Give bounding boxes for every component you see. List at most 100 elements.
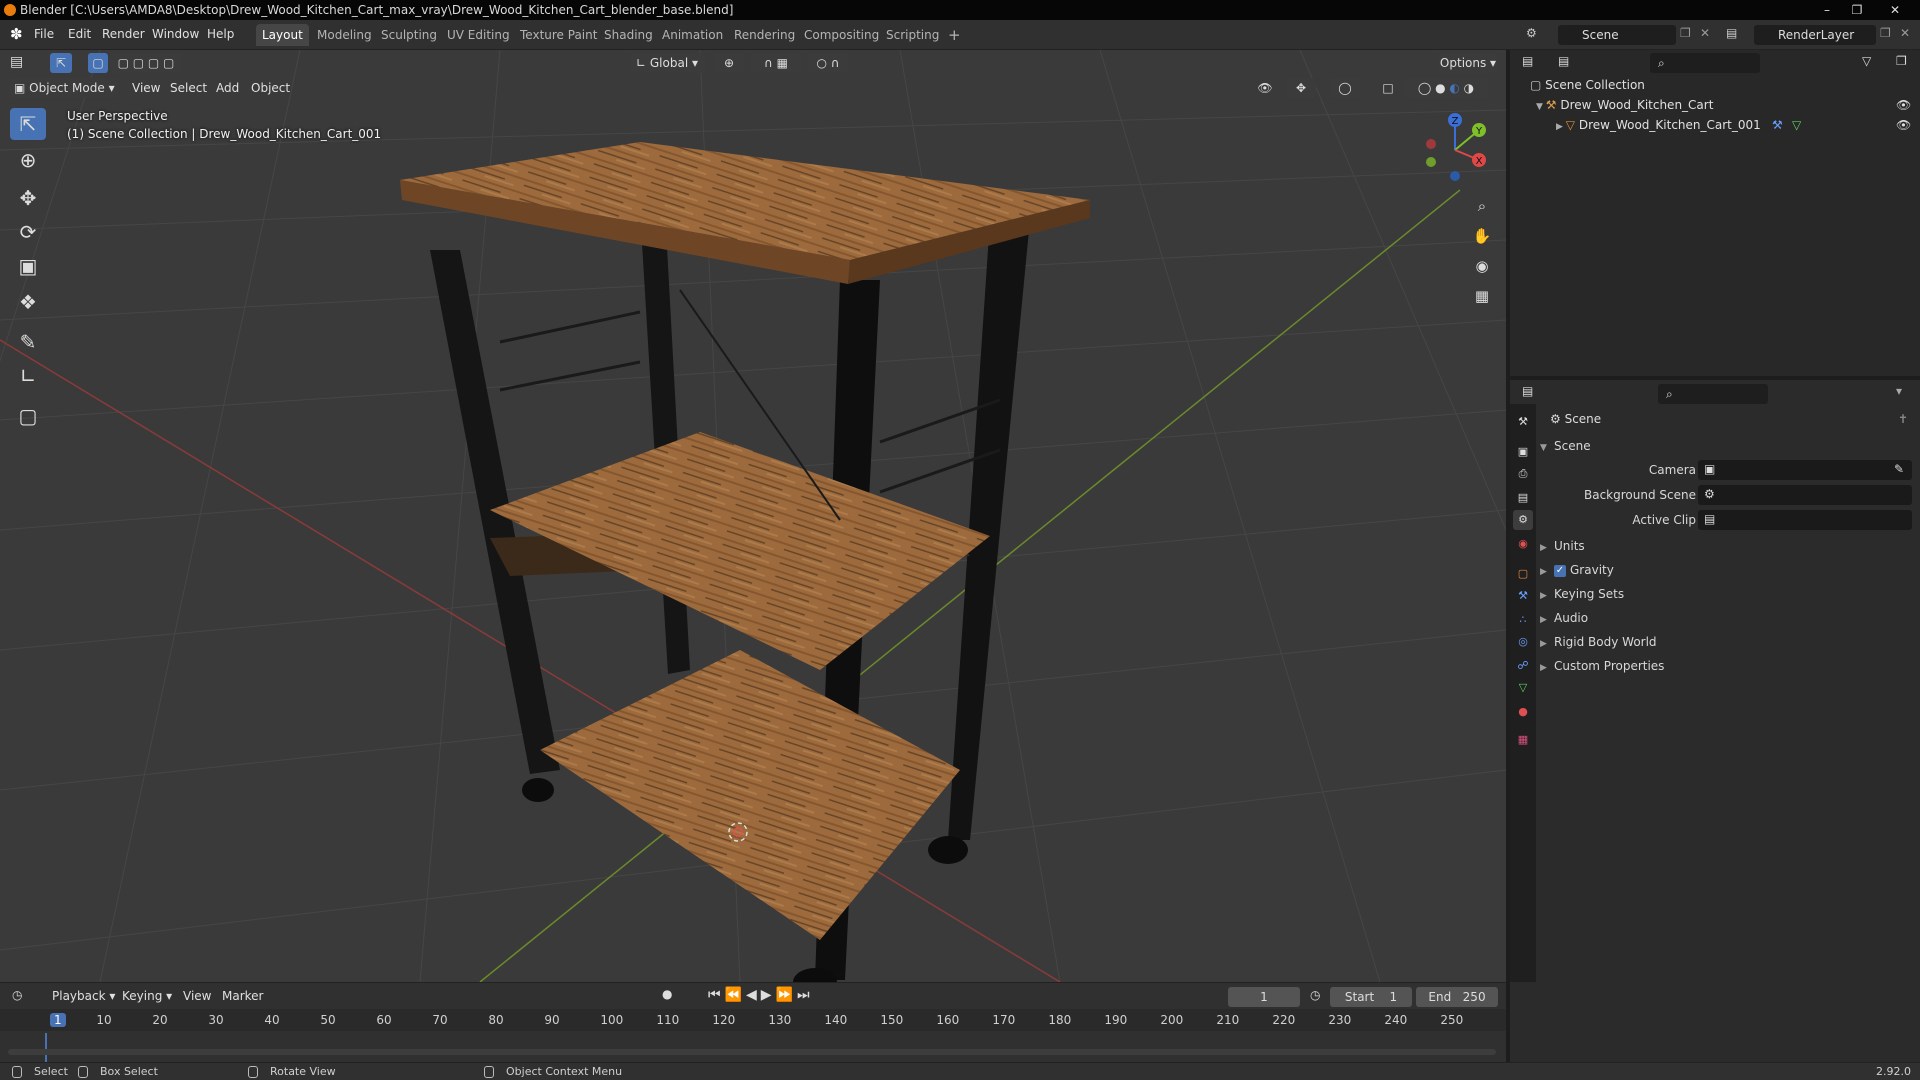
visibility-eye-icon[interactable]: 👁 <box>1896 115 1911 135</box>
eyedropper-icon[interactable]: ✎ <box>1894 462 1904 476</box>
modifier-tab-icon[interactable]: ⚒ <box>1513 586 1533 606</box>
timeline-menu-keying[interactable]: Keying ▾ <box>122 989 172 1003</box>
outliner-row-collection[interactable]: ▼ ⚒ Drew_Wood_Kitchen_Cart 👁 <box>1510 95 1920 115</box>
keying-sets-panel-header[interactable]: ▶ Keying Sets <box>1540 584 1624 604</box>
expand-arrow-icon[interactable]: ▼ <box>1536 102 1546 112</box>
particles-tab-icon[interactable]: ∴ <box>1513 610 1533 630</box>
select-boolean-icons[interactable]: ▢ ▢ ▢ ▢ <box>110 53 182 73</box>
timeline-scrollbar[interactable] <box>8 1049 1496 1055</box>
view-layer-field[interactable]: RenderLayer <box>1754 25 1876 45</box>
properties-search-input[interactable]: ⌕ <box>1658 384 1768 404</box>
cursor-tool[interactable]: ⊕ <box>10 144 46 176</box>
delete-scene-icon[interactable]: ✕ <box>1700 26 1710 40</box>
tab-modeling[interactable]: Modeling <box>311 24 378 46</box>
outliner-search-input[interactable]: ⌕ <box>1650 53 1760 73</box>
minimize-icon[interactable]: – <box>1812 0 1842 20</box>
timeline-menu-marker[interactable]: Marker <box>222 989 263 1003</box>
snap-icon[interactable]: ∩ ▦ <box>750 53 802 73</box>
tab-sculpting[interactable]: Sculpting <box>375 24 443 46</box>
xray-icon[interactable]: □ <box>1378 78 1398 98</box>
menu-help[interactable]: Help <box>207 27 234 41</box>
playback-controls[interactable]: ⏮⏪◀▶⏩⏭ <box>708 987 814 1003</box>
start-frame-field[interactable]: Start 1 <box>1330 987 1412 1007</box>
tab-shading[interactable]: Shading <box>598 24 659 46</box>
delete-view-layer-icon[interactable]: ✕ <box>1900 26 1910 40</box>
new-scene-icon[interactable]: ❐ <box>1680 26 1691 40</box>
units-panel-header[interactable]: ▶ Units <box>1540 536 1585 556</box>
texture-tab-icon[interactable]: ▦ <box>1513 730 1533 750</box>
outliner-editor-type-icon[interactable]: ▤ <box>1522 54 1533 68</box>
material-tab-icon[interactable]: ● <box>1513 702 1533 722</box>
scale-tool[interactable]: ▣ <box>10 250 46 282</box>
visibility-eye-icon[interactable]: 👁 <box>1896 95 1911 115</box>
view-layer-tab-icon[interactable]: ▤ <box>1513 488 1533 508</box>
visibility-icon[interactable]: 👁 <box>1250 78 1280 98</box>
pin-icon[interactable]: ✝ <box>1898 412 1908 426</box>
select-box-tool[interactable]: ⇱ <box>10 108 46 140</box>
overlay-toggle-icon[interactable]: ◯ <box>1330 78 1360 98</box>
view-layer-icon[interactable]: ▤ <box>1726 26 1737 40</box>
tab-rendering[interactable]: Rendering <box>728 24 801 46</box>
viewport-menu-object[interactable]: Object <box>251 81 290 95</box>
constraints-tab-icon[interactable]: ☍ <box>1513 656 1533 676</box>
pivot-point-icon[interactable]: ⊕ <box>714 53 744 73</box>
object-tab-icon[interactable]: ▢ <box>1513 564 1533 584</box>
navigation-gizmo[interactable]: Z Y X <box>1415 110 1495 190</box>
timeline-menu-playback[interactable]: Playback ▾ <box>52 989 115 1003</box>
gizmo-toggle-icon[interactable]: ✥ <box>1286 78 1316 98</box>
close-icon[interactable]: ✕ <box>1880 0 1910 20</box>
rigid-body-world-panel-header[interactable]: ▶ Rigid Body World <box>1540 632 1657 652</box>
new-view-layer-icon[interactable]: ❐ <box>1880 26 1891 40</box>
move-tool[interactable]: ✥ <box>10 182 46 214</box>
viewport-menu-add[interactable]: Add <box>216 81 239 95</box>
background-scene-field[interactable]: ⚙ <box>1698 485 1912 505</box>
camera-view-icon[interactable]: ◉ <box>1468 252 1496 280</box>
shading-mode-icons[interactable]: ◯ ● ◐ ◑ <box>1404 78 1488 98</box>
editor-type-icon[interactable]: ▤ <box>10 54 23 70</box>
gravity-checkbox[interactable]: ✓ <box>1554 564 1566 577</box>
transform-orientation-dropdown[interactable]: ∟ Global ▾ <box>630 53 706 73</box>
pan-view-icon[interactable]: ✋ <box>1468 222 1496 250</box>
properties-editor-type-icon[interactable]: ▤ <box>1522 384 1533 398</box>
timeline-editor-type-icon[interactable]: ◷ <box>12 988 22 1002</box>
camera-field[interactable]: ▣ ✎ <box>1698 460 1912 480</box>
audio-panel-header[interactable]: ▶ Audio <box>1540 608 1588 628</box>
add-workspace-icon[interactable]: + <box>942 24 967 46</box>
perspective-toggle-icon[interactable]: ▦ <box>1468 282 1496 310</box>
menu-edit[interactable]: Edit <box>68 27 91 41</box>
blender-menu-icon[interactable]: ✽ <box>10 25 23 43</box>
annotate-tool[interactable]: ✎ <box>10 326 46 358</box>
scene-tab-icon[interactable]: ⚙ <box>1513 510 1533 530</box>
viewport-menu-select[interactable]: Select <box>170 81 207 95</box>
active-clip-field[interactable]: ▤ <box>1698 510 1912 530</box>
menu-window[interactable]: Window <box>152 27 199 41</box>
menu-render[interactable]: Render <box>102 27 145 41</box>
transform-tool[interactable]: ❖ <box>10 286 46 318</box>
menu-file[interactable]: File <box>34 27 54 41</box>
physics-tab-icon[interactable]: ◎ <box>1513 632 1533 652</box>
select-mode-icon[interactable]: ⇱ <box>50 53 72 73</box>
rotate-tool[interactable]: ⟳ <box>10 216 46 248</box>
proportional-editing-icon[interactable]: ○ ∩ <box>808 53 848 73</box>
tab-compositing[interactable]: Compositing <box>798 24 885 46</box>
filter-icon[interactable]: ▽ <box>1862 54 1871 68</box>
expand-arrow-icon[interactable]: ▶ <box>1556 122 1566 132</box>
auto-keying-icon[interactable]: ● <box>662 987 672 1001</box>
custom-properties-panel-header[interactable]: ▶ Custom Properties <box>1540 656 1664 676</box>
zoom-view-icon[interactable]: ⌕ <box>1468 192 1496 220</box>
viewport-menu-view[interactable]: View <box>132 81 160 95</box>
world-tab-icon[interactable]: ◉ <box>1513 534 1533 554</box>
timeline-menu-view[interactable]: View <box>183 989 211 1003</box>
new-collection-icon[interactable]: ❐ <box>1896 54 1907 68</box>
tab-texture-paint[interactable]: Texture Paint <box>514 24 603 46</box>
select-new-icon[interactable]: ▢ <box>88 53 108 73</box>
timeline-editor[interactable]: ◷ Playback ▾ Keying ▾ View Marker ● ⏮⏪◀▶… <box>0 982 1506 1063</box>
display-mode-icon[interactable]: ▤ <box>1558 54 1569 68</box>
3d-viewport[interactable]: ▤ ⇱ ▢ ▢ ▢ ▢ ▢ ∟ Global ▾ ⊕ ∩ ▦ ○ ∩ Optio… <box>0 50 1506 982</box>
mode-dropdown[interactable]: ▣ Object Mode ▾ <box>10 78 118 98</box>
scene-panel-header[interactable]: ▼ Scene <box>1540 436 1591 456</box>
measure-tool[interactable]: ∟ <box>10 360 46 392</box>
options-dropdown[interactable]: Options ▾ <box>1438 53 1498 73</box>
end-frame-field[interactable]: End 250 <box>1416 987 1498 1007</box>
properties-options-icon[interactable]: ▾ <box>1896 384 1902 398</box>
